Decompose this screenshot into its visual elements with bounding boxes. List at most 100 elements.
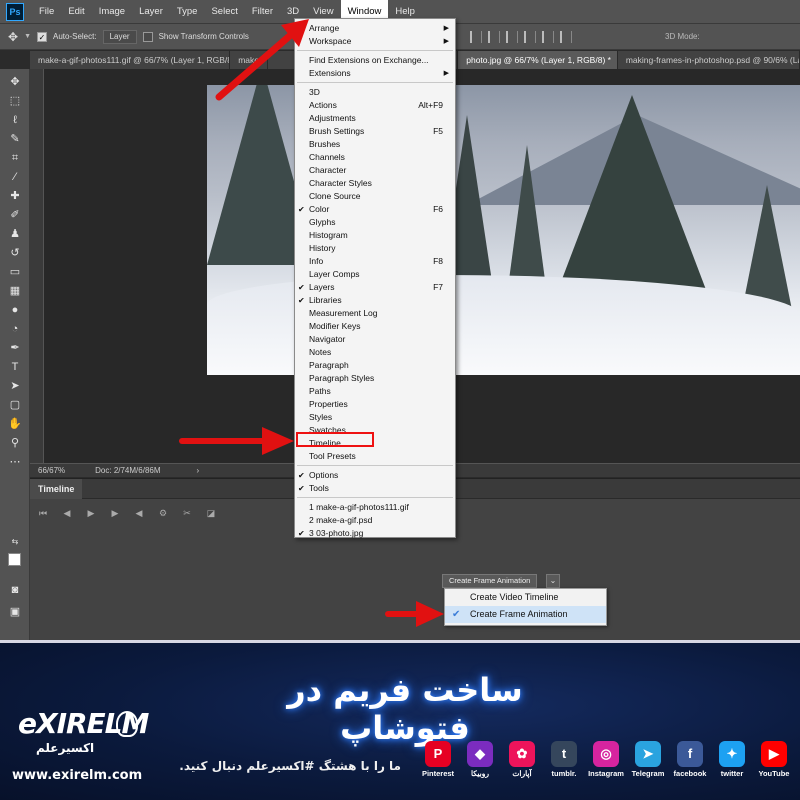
window-menu-item[interactable]: Notes [295,346,455,359]
settings-icon[interactable]: ⚙ [158,508,168,518]
gradient-tool-icon[interactable]: ▦ [8,284,22,298]
window-menu-item[interactable]: 2 make-a-gif.psd [295,514,455,527]
eraser-tool-icon[interactable]: ▭ [8,265,22,279]
next-frame-icon[interactable]: ▶ [110,508,120,518]
dodge-tool-icon[interactable]: ◔ [8,322,22,336]
path-select-tool-icon[interactable]: ➤ [8,379,22,393]
window-menu-item[interactable]: History [295,242,455,255]
create-video-timeline-option[interactable]: Create Video Timeline [445,589,606,606]
window-menu-item[interactable]: 1 make-a-gif-photos111.gif [295,501,455,514]
audio-icon[interactable]: ◀ [134,508,144,518]
window-menu-item[interactable]: Paragraph [295,359,455,372]
window-menu-item[interactable]: ✔ Color F6 [295,203,455,216]
previous-frame-icon[interactable]: ◀ [62,508,72,518]
align-center-icon[interactable] [488,31,500,43]
marquee-tool-icon[interactable]: ⬚ [8,94,22,108]
distribute-icon[interactable] [560,31,572,43]
pen-tool-icon[interactable]: ✒ [8,341,22,355]
quick-mask-icon[interactable]: ◙ [8,583,22,597]
menu-image[interactable]: Image [92,0,132,24]
shape-tool-icon[interactable]: ▢ [8,398,22,412]
align-left-icon[interactable] [470,31,482,43]
play-icon[interactable]: ▶ [86,508,96,518]
window-menu-item[interactable]: ✔ Libraries [295,294,455,307]
swap-colors-icon[interactable]: ⇆ [8,535,22,549]
more-tools-icon[interactable]: ⋯ [8,455,22,469]
window-menu-item[interactable]: Character Styles [295,177,455,190]
social-link[interactable]: ✦ twitter [712,741,752,789]
window-menu-item[interactable]: Navigator [295,333,455,346]
split-icon[interactable]: ✂ [182,508,192,518]
doc-tab[interactable]: make-a-gif-photos111.gif @ 66/7% (Layer … [30,51,231,69]
chevron-right-icon[interactable]: › [197,466,200,475]
doc-tab-active[interactable]: photo.jpg @ 66/7% (Layer 1, RGB/8) * [458,51,618,69]
window-menu-item[interactable]: Clone Source [295,190,455,203]
window-menu-item[interactable]: Properties [295,398,455,411]
social-link[interactable]: t tumblr. [544,741,584,789]
window-menu-item[interactable]: Glyphs [295,216,455,229]
auto-select-checkbox[interactable]: ✓ [37,31,47,42]
timeline-tab[interactable]: Timeline [30,479,83,499]
history-brush-tool-icon[interactable]: ↺ [8,246,22,260]
create-frame-animation-button[interactable]: Create Frame Animation [442,574,538,588]
window-menu-item[interactable]: ✔ Tools [295,482,455,495]
window-menu-item[interactable]: Brushes [295,138,455,151]
distribute-icon[interactable] [524,31,536,43]
move-tool-icon[interactable]: ✥ [8,30,18,44]
menu-layer[interactable]: Layer [132,0,170,24]
window-menu-item[interactable]: Channels [295,151,455,164]
zoom-tool-icon[interactable]: ⚲ [8,436,22,450]
foreground-color-swatch[interactable] [8,553,21,566]
social-link[interactable]: ◆ روبیکا [460,741,500,789]
auto-select-dropdown[interactable]: Layer [102,29,137,44]
social-link[interactable]: ➤ Telegram [628,741,668,789]
move-tool-icon[interactable]: ✥ [8,75,22,89]
first-frame-icon[interactable]: ⏮ [38,508,48,518]
social-link[interactable]: ✿ آپارات [502,741,542,789]
window-menu-item[interactable]: Styles [295,411,455,424]
show-transform-checkbox[interactable] [142,31,153,42]
blur-tool-icon[interactable]: ● [8,303,22,317]
social-link[interactable]: ▶ YouTube [754,741,794,789]
quick-select-tool-icon[interactable]: ✎ [8,132,22,146]
social-link[interactable]: ◎ Instagram [586,741,626,789]
window-menu-item[interactable]: Adjustments [295,112,455,125]
window-menu-item[interactable]: Brush Settings F5 [295,125,455,138]
zoom-level[interactable]: 66/67% [38,466,65,475]
window-menu-item[interactable]: Layer Comps [295,268,455,281]
menu-edit[interactable]: Edit [61,0,91,24]
eyedropper-tool-icon[interactable]: ⁄ [8,170,22,184]
window-menu-item[interactable]: Character [295,164,455,177]
window-menu-item[interactable]: Tool Presets [295,450,455,463]
chevron-down-icon[interactable]: ▼ [24,33,31,40]
align-right-icon[interactable] [506,31,518,43]
create-frame-animation-option[interactable]: ✔ Create Frame Animation [445,606,606,623]
window-menu-item[interactable]: Histogram [295,229,455,242]
social-link[interactable]: P Pinterest [418,741,458,789]
screen-mode-icon[interactable]: ▣ [8,605,22,619]
checkmark-icon: ✔ [452,609,461,620]
window-menu-item[interactable]: Info F8 [295,255,455,268]
menu-type[interactable]: Type [170,0,205,24]
healing-brush-tool-icon[interactable]: ✚ [8,189,22,203]
stamp-tool-icon[interactable]: ♟ [8,227,22,241]
distribute-icon[interactable] [542,31,554,43]
window-menu-item[interactable]: ✔ Layers F7 [295,281,455,294]
social-link[interactable]: f facebook [670,741,710,789]
window-menu-item[interactable]: Modifier Keys [295,320,455,333]
transition-icon[interactable]: ◪ [206,508,216,518]
menu-file[interactable]: File [32,0,61,24]
window-menu-item[interactable]: ✔ 3 03-photo.jpg [295,527,455,540]
crop-tool-icon[interactable]: ⌗ [8,151,22,165]
window-menu-item[interactable]: Paths [295,385,455,398]
doc-tab[interactable]: making-frames-in-photoshop.psd @ 90/6% (… [617,51,800,69]
brush-tool-icon[interactable]: ✐ [8,208,22,222]
type-tool-icon[interactable]: T [8,360,22,374]
chevron-down-icon[interactable]: ⌄ [546,574,560,588]
window-menu-item[interactable]: ✔ Options [295,469,455,482]
hand-tool-icon[interactable]: ✋ [8,417,22,431]
lasso-tool-icon[interactable]: ℓ [8,113,22,127]
site-url[interactable]: www.exirelm.com [12,768,142,783]
window-menu-item[interactable]: Paragraph Styles [295,372,455,385]
window-menu-item[interactable]: Measurement Log [295,307,455,320]
